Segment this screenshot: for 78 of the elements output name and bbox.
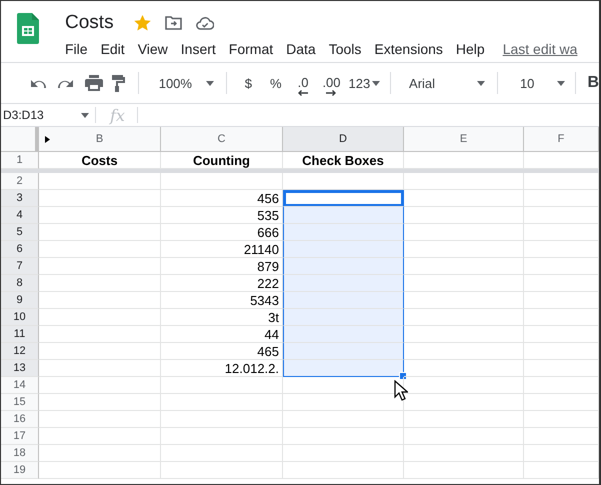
star-icon[interactable] (134, 15, 151, 31)
caret-icon (81, 112, 89, 118)
selected-cell[interactable] (283, 292, 404, 309)
row-header[interactable]: 16 (1, 411, 39, 428)
selected-cell[interactable] (283, 275, 404, 292)
column-header[interactable]: B (39, 127, 161, 152)
selected-cell[interactable] (283, 241, 404, 258)
row-header[interactable]: 17 (1, 428, 39, 445)
folder-icon[interactable] (164, 16, 182, 30)
menu-item[interactable]: Help (456, 39, 491, 59)
decrease-decimal-button[interactable]: .0 (298, 74, 308, 96)
menu-item[interactable]: Format (228, 39, 280, 59)
name-box[interactable]: D3:D13 (1, 108, 95, 122)
left-arrow-icon (298, 90, 308, 96)
row-header[interactable]: 13 (1, 360, 39, 377)
font-dropdown[interactable]: Arial (409, 76, 486, 90)
cloud-check-icon[interactable] (196, 16, 214, 30)
menu-item[interactable]: Insert (180, 39, 222, 59)
selected-cell[interactable] (283, 326, 404, 343)
select-all-corner[interactable] (1, 127, 39, 152)
menu-item[interactable]: Tools (328, 39, 368, 59)
row-header[interactable]: 11 (1, 326, 39, 343)
row-header[interactable]: 7 (1, 258, 39, 275)
row-header[interactable]: 14 (1, 377, 39, 394)
row-header[interactable]: 5 (1, 224, 39, 241)
sheets-logo-icon (17, 13, 39, 44)
column-header[interactable]: F (524, 127, 599, 152)
column-header[interactable]: D (283, 127, 404, 152)
bold-button[interactable]: B (587, 74, 599, 92)
function-label: fx (110, 106, 125, 124)
caret-icon (556, 80, 565, 86)
menu-item[interactable]: Extensions (374, 39, 449, 59)
row-header[interactable]: 2 (1, 173, 39, 190)
menu-item[interactable]: Edit (100, 39, 131, 59)
selected-cell[interactable] (283, 258, 404, 275)
print-icon[interactable] (85, 73, 103, 93)
table-cell[interactable] (283, 428, 404, 445)
fill-handle[interactable] (399, 372, 407, 380)
row-header[interactable]: 1 (1, 152, 39, 169)
column-header[interactable]: C (161, 127, 283, 152)
selected-cell[interactable] (283, 224, 404, 241)
selected-cell[interactable] (283, 343, 404, 360)
row-header[interactable]: 10 (1, 309, 39, 326)
column-header[interactable]: E (404, 127, 524, 152)
hidden-column-arrow-icon[interactable] (45, 136, 50, 143)
table-cell[interactable] (283, 445, 404, 462)
zoom-dropdown[interactable]: 100% (158, 76, 214, 90)
caret-icon (206, 80, 214, 86)
selected-cell[interactable] (283, 360, 404, 377)
right-arrow-icon (326, 90, 336, 96)
caret-icon (477, 80, 486, 86)
selected-cell[interactable] (283, 207, 404, 224)
increase-decimal-button[interactable]: .00 (322, 74, 341, 96)
percent-button[interactable]: % (270, 76, 282, 90)
row-header[interactable]: 4 (1, 207, 39, 224)
document-title[interactable]: Costs (65, 12, 114, 34)
paint-format-icon[interactable] (111, 73, 126, 93)
menu-item[interactable]: File (65, 39, 94, 59)
caret-icon (372, 80, 380, 86)
mouse-pointer-icon (394, 380, 408, 401)
table-cell[interactable] (283, 462, 404, 479)
row-header[interactable]: 18 (1, 445, 39, 462)
table-cell[interactable] (283, 411, 404, 428)
last-edit-link[interactable]: Last edit wa (502, 41, 578, 57)
row-header[interactable]: 9 (1, 292, 39, 309)
font-size-dropdown[interactable]: 10 (520, 76, 565, 90)
row-header[interactable]: 8 (1, 275, 39, 292)
menu-item[interactable]: View (138, 39, 174, 59)
row-header[interactable]: 15 (1, 394, 39, 411)
row-header[interactable]: 3 (1, 190, 39, 207)
row-header[interactable]: 12 (1, 343, 39, 360)
row-header[interactable]: 6 (1, 241, 39, 258)
number-format-dropdown[interactable]: 123 (348, 76, 380, 90)
row-header[interactable]: 19 (1, 462, 39, 479)
menu-item[interactable]: Data (286, 39, 322, 59)
selected-cell[interactable] (283, 190, 404, 207)
currency-button[interactable]: $ (244, 76, 252, 90)
selected-cell[interactable] (283, 309, 404, 326)
